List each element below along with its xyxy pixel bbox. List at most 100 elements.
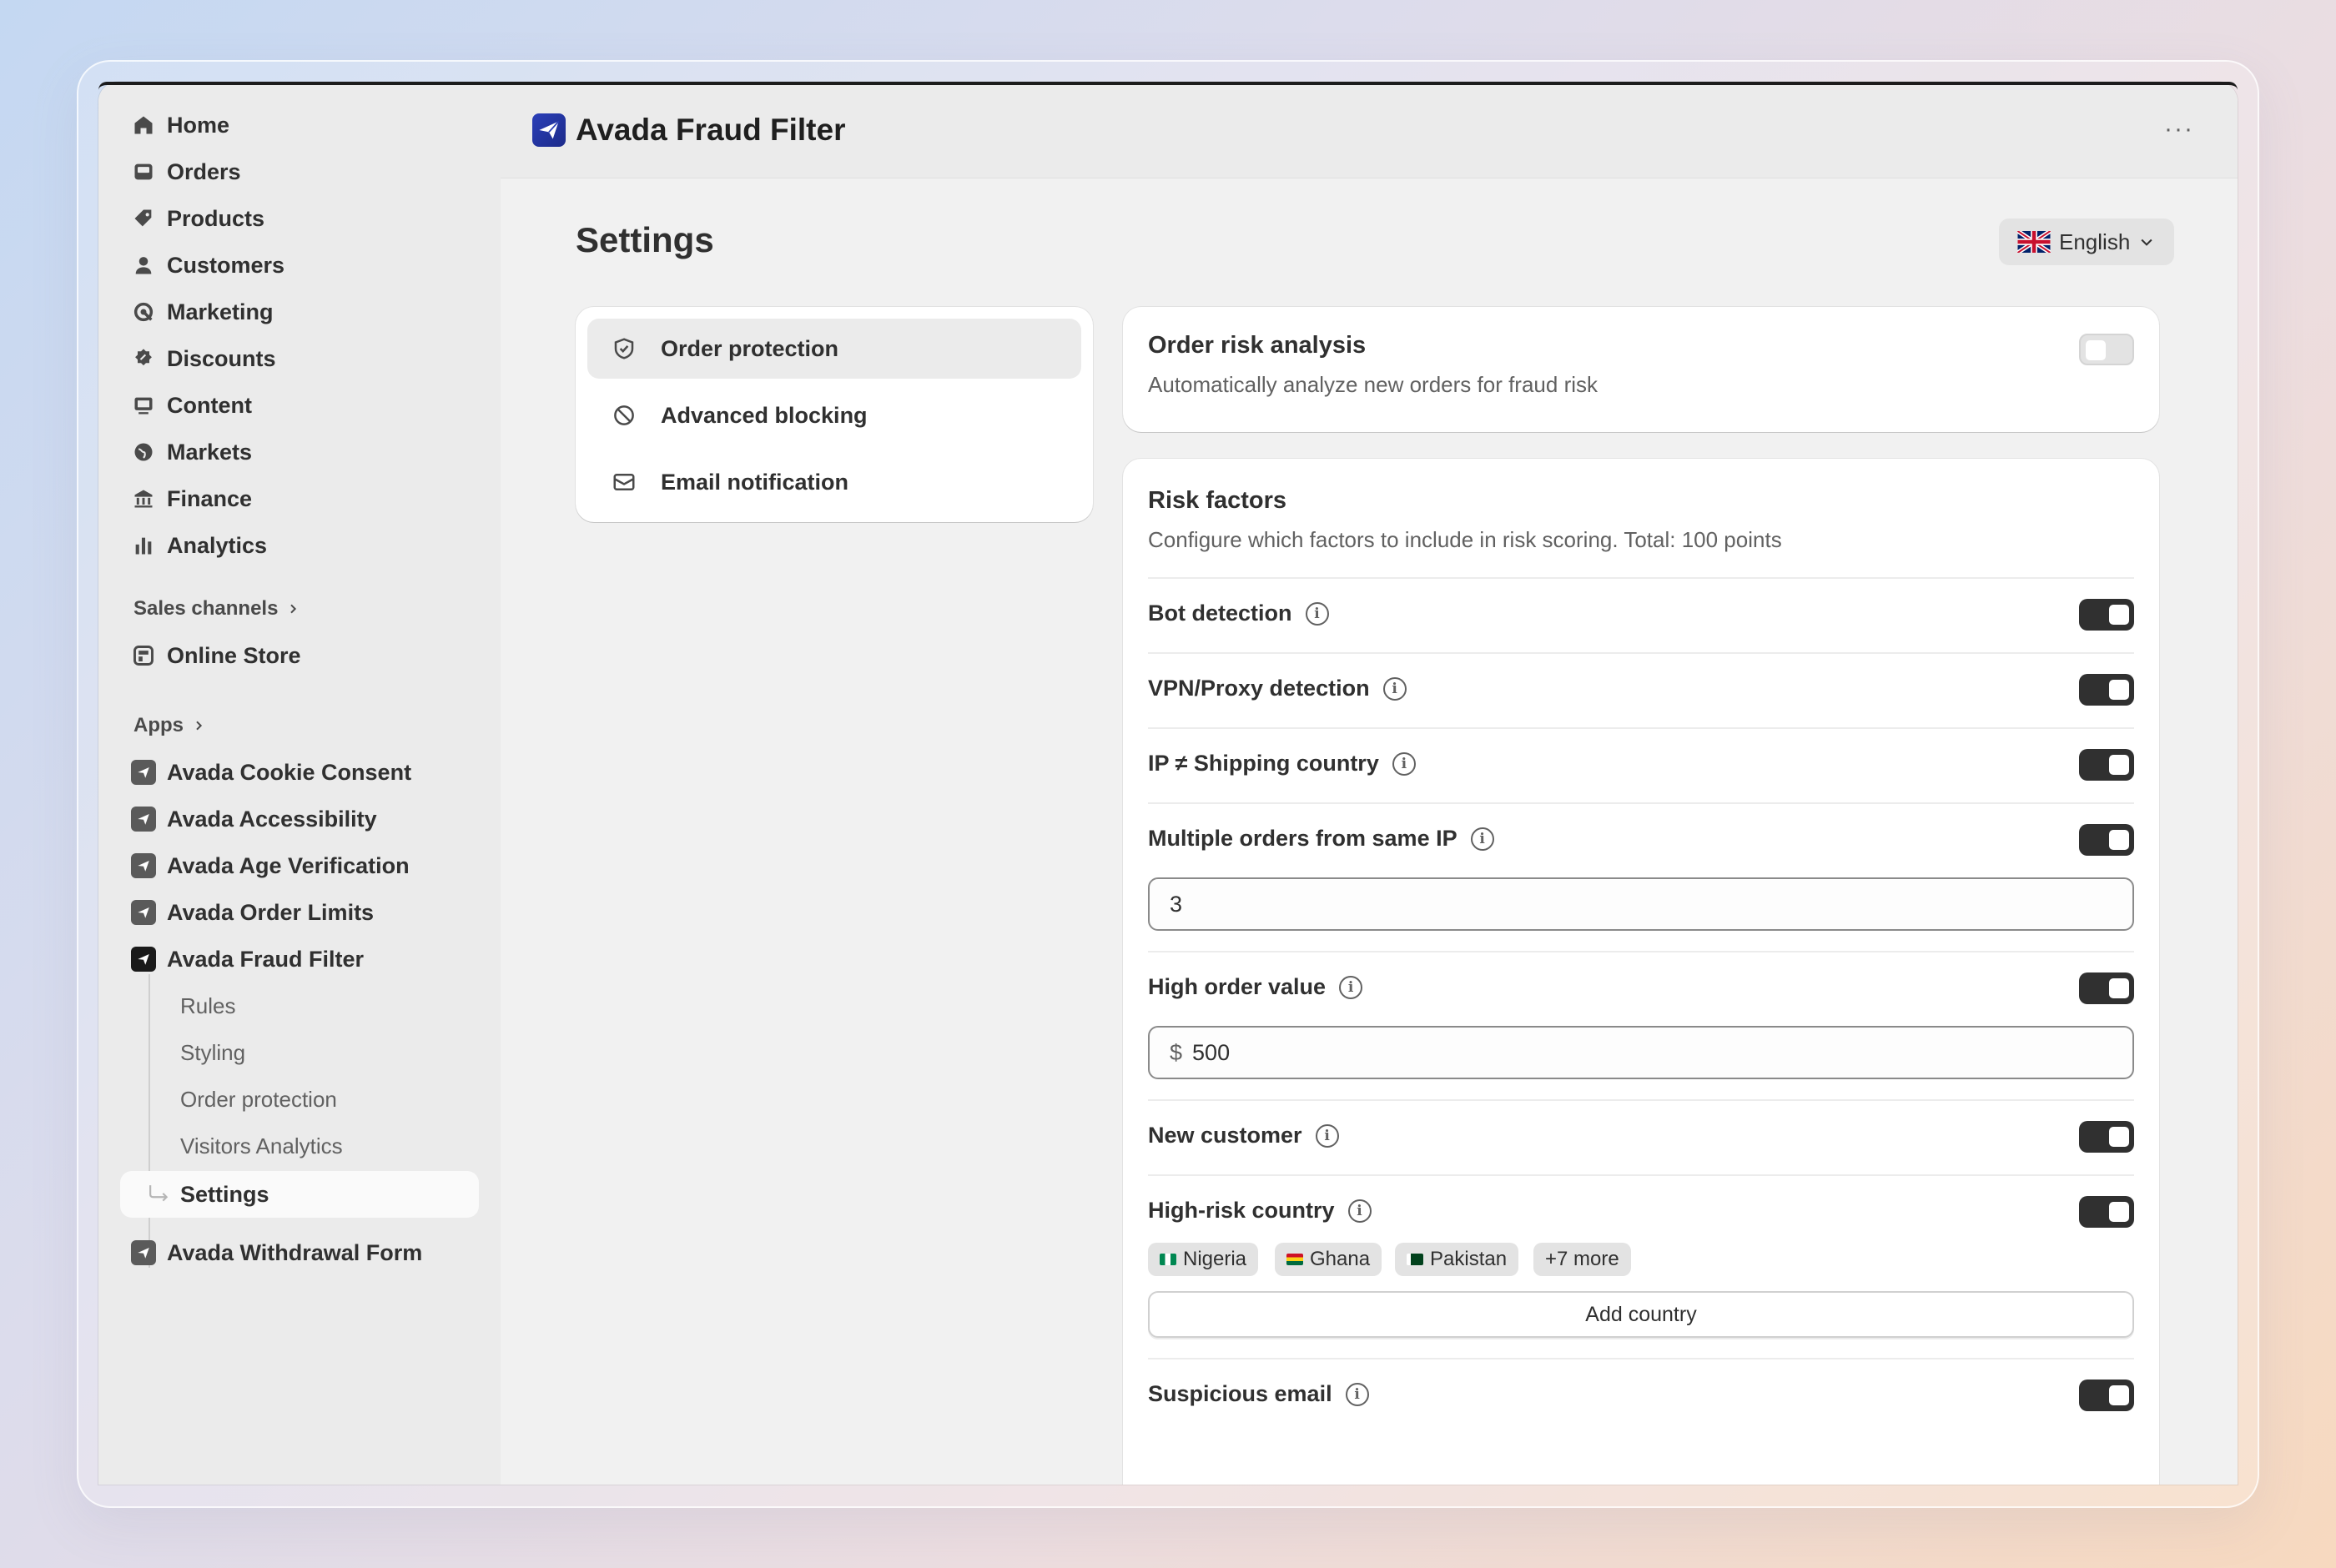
sidebar-app-order-limits[interactable]: Avada Order Limits: [120, 891, 479, 934]
chevron-right-icon: [196, 721, 203, 731]
sidebar-item-discounts[interactable]: Discounts: [120, 337, 479, 380]
sidebar-item-label: Finance: [167, 485, 253, 511]
factor-label: New customer: [1148, 1123, 1302, 1148]
bot-detection-toggle[interactable]: [2079, 599, 2134, 631]
subnav-visitors-analytics[interactable]: Visitors Analytics: [180, 1133, 343, 1159]
same-ip-threshold-input[interactable]: 3: [1148, 877, 2134, 931]
language-selector[interactable]: English: [1999, 219, 2174, 265]
more-countries-chip[interactable]: +7 more: [1533, 1243, 1631, 1276]
info-icon[interactable]: i: [1305, 601, 1329, 626]
order-risk-card: Order risk analysis Automatically analyz…: [1123, 307, 2159, 432]
new-customer-toggle[interactable]: [2079, 1121, 2134, 1153]
sidebar-item-customers[interactable]: Customers: [120, 244, 479, 287]
info-icon[interactable]: i: [1382, 676, 1407, 701]
avada-logo-icon: [532, 113, 566, 147]
country-chip-ghana[interactable]: Ghana: [1275, 1243, 1382, 1276]
subnav-rules[interactable]: Rules: [180, 993, 235, 1019]
apps-header[interactable]: Apps: [133, 714, 205, 737]
divider: [1148, 951, 2134, 952]
country-chip-label: Ghana: [1310, 1248, 1371, 1270]
info-icon[interactable]: i: [1347, 1199, 1372, 1223]
info-icon[interactable]: i: [1339, 975, 1363, 999]
admin-window: Home Orders Products Customers Marketing: [98, 82, 2238, 1485]
subnav-settings[interactable]: Settings: [120, 1171, 479, 1218]
sidebar-item-orders[interactable]: Orders: [120, 150, 479, 193]
info-icon[interactable]: i: [1392, 751, 1416, 776]
sidebar-app-withdrawal-form[interactable]: Avada Withdrawal Form: [120, 1231, 479, 1274]
sidebar-item-label: Home: [167, 112, 230, 138]
app-header: Avada Fraud Filter ···: [501, 82, 2238, 178]
tree-branch-icon: [149, 1185, 169, 1202]
subnav-settings-label: Settings: [180, 1181, 269, 1207]
sidebar-item-label: Analytics: [167, 532, 268, 558]
info-icon[interactable]: i: [1345, 1382, 1369, 1406]
sales-channels-label: Sales channels: [133, 597, 279, 620]
info-icon[interactable]: i: [1315, 1123, 1339, 1148]
sidebar-item-marketing[interactable]: Marketing: [120, 290, 479, 334]
factor-label: Suspicious email: [1148, 1381, 1332, 1406]
country-chip-nigeria[interactable]: Nigeria: [1148, 1243, 1259, 1276]
sidebar-item-analytics[interactable]: Analytics: [120, 524, 479, 567]
menu-item-label: Email notification: [661, 469, 849, 495]
sidebar-item-markets[interactable]: Markets: [120, 430, 479, 474]
vpn-proxy-toggle[interactable]: [2079, 674, 2134, 706]
high-risk-country-toggle[interactable]: [2079, 1196, 2134, 1228]
factor-suspicious-email: Suspicious email i: [1148, 1381, 1369, 1407]
bar-chart-icon: [120, 534, 167, 557]
inbox-icon: [120, 160, 167, 183]
country-chip-pakistan[interactable]: Pakistan: [1395, 1243, 1519, 1276]
sidebar-item-content[interactable]: Content: [120, 384, 479, 427]
ip-shipping-toggle[interactable]: [2079, 749, 2134, 781]
person-icon: [120, 254, 167, 277]
menu-email-notification[interactable]: Email notification: [587, 452, 1081, 512]
chevron-right-icon: [290, 604, 297, 614]
order-value-input[interactable]: $ 500: [1148, 1026, 2134, 1079]
more-actions-icon[interactable]: ···: [2164, 115, 2194, 143]
factor-vpn-proxy: VPN/Proxy detection i: [1148, 676, 1407, 701]
menu-advanced-blocking[interactable]: Advanced blocking: [587, 385, 1081, 445]
risk-factors-card: Risk factors Configure which factors to …: [1123, 459, 2159, 1485]
same-ip-threshold-value: 3: [1170, 891, 1183, 917]
sidebar-item-finance[interactable]: Finance: [120, 477, 479, 520]
high-order-value-toggle[interactable]: [2079, 972, 2134, 1004]
factor-new-customer: New customer i: [1148, 1123, 1339, 1148]
sidebar-item-label: Avada Withdrawal Form: [167, 1239, 423, 1265]
apps-label: Apps: [133, 714, 184, 736]
country-chip-label: Pakistan: [1430, 1248, 1508, 1270]
sidebar-item-label: Avada Cookie Consent: [167, 759, 412, 785]
sidebar-app-fraud-filter[interactable]: Avada Fraud Filter: [120, 937, 479, 981]
factor-high-risk-country: High-risk country i: [1148, 1198, 1372, 1224]
menu-order-protection[interactable]: Order protection: [587, 319, 1081, 379]
sidebar-app-accessibility[interactable]: Avada Accessibility: [120, 797, 479, 841]
factor-label: High-risk country: [1148, 1198, 1335, 1223]
multiple-orders-toggle[interactable]: [2079, 824, 2134, 856]
store-icon: [120, 644, 167, 667]
country-chip-label: Nigeria: [1183, 1248, 1247, 1270]
subnav-styling[interactable]: Styling: [180, 1040, 245, 1066]
chevron-down-icon: [2141, 239, 2152, 246]
info-icon[interactable]: i: [1470, 827, 1494, 851]
mail-icon: [587, 470, 661, 495]
suspicious-email-toggle[interactable]: [2079, 1380, 2134, 1411]
sidebar-item-online-store[interactable]: Online Store: [120, 634, 479, 677]
sidebar-app-age-verification[interactable]: Avada Age Verification: [120, 844, 479, 887]
divider: [1148, 652, 2134, 654]
sidebar-item-label: Customers: [167, 252, 285, 278]
subnav-order-protection[interactable]: Order protection: [180, 1087, 337, 1113]
settings-menu-card: Order protection Advanced blocking Email…: [576, 307, 1093, 522]
sidebar-item-products[interactable]: Products: [120, 197, 479, 240]
order-risk-subtitle: Automatically analyze new orders for fra…: [1148, 372, 1598, 397]
block-icon: [587, 403, 661, 428]
sidebar-item-home[interactable]: Home: [120, 103, 479, 147]
target-icon: [120, 300, 167, 324]
order-risk-toggle[interactable]: [2079, 334, 2134, 365]
add-country-button[interactable]: Add country: [1148, 1291, 2134, 1338]
sidebar: Home Orders Products Customers Marketing: [98, 82, 501, 1485]
sidebar-item-label: Avada Age Verification: [167, 852, 410, 878]
nigeria-flag-icon: [1160, 1254, 1176, 1265]
sidebar-app-cookie-consent[interactable]: Avada Cookie Consent: [120, 751, 479, 794]
factor-ip-shipping-country: IP ≠ Shipping country i: [1148, 751, 1416, 776]
divider: [1148, 727, 2134, 729]
image-icon: [120, 394, 167, 417]
sales-channels-header[interactable]: Sales channels: [133, 597, 300, 621]
